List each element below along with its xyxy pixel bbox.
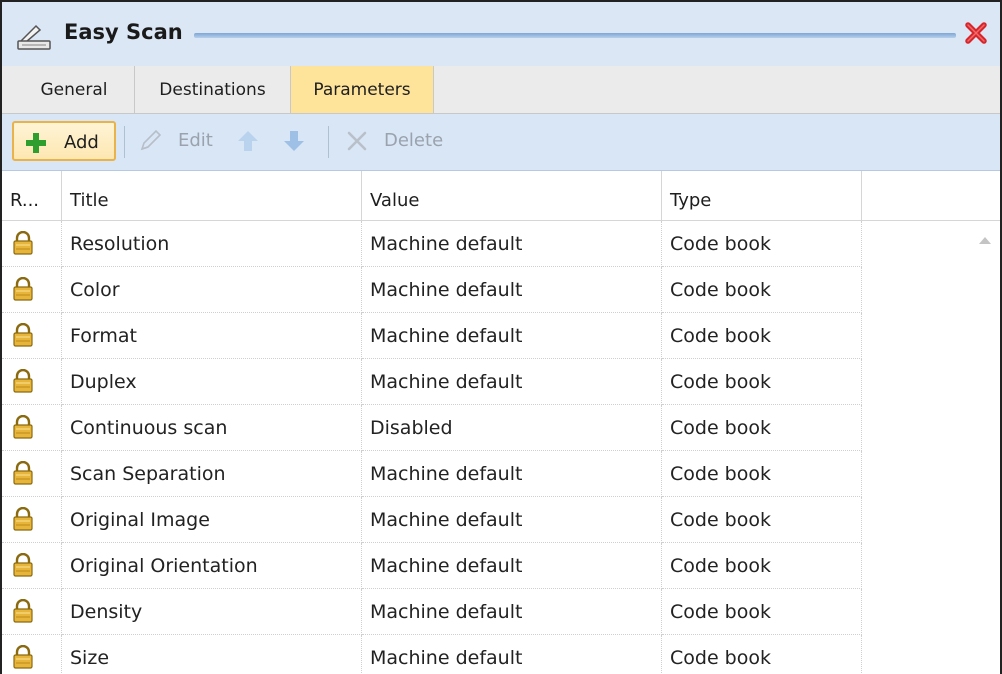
row-type: Code book xyxy=(662,359,862,405)
parameters-grid: R... Title Value Type Resolution Machine … xyxy=(2,171,1000,674)
delete-x-icon xyxy=(347,131,367,151)
row-lock-cell xyxy=(2,543,62,589)
table-row[interactable]: Original Orientation Machine default Code … xyxy=(2,543,862,589)
table-row[interactable]: Color Machine default Code book xyxy=(2,267,862,313)
lock-icon xyxy=(13,323,33,347)
tab-separator xyxy=(433,66,434,113)
row-lock-cell xyxy=(2,313,62,359)
table-row[interactable]: Resolution Machine default Code book xyxy=(2,221,862,267)
toolbar-separator xyxy=(328,126,329,158)
row-title: Resolution xyxy=(62,221,362,267)
row-type: Code book xyxy=(662,405,862,451)
row-type: Code book xyxy=(662,313,862,359)
tab-destinations[interactable]: Destinations xyxy=(135,66,290,113)
row-value: Machine default xyxy=(362,221,662,267)
row-lock-cell xyxy=(2,221,62,267)
table-row[interactable]: Original Image Machine default Code book xyxy=(2,497,862,543)
table-row[interactable]: Density Machine default Code book xyxy=(2,589,862,635)
column-header-r[interactable]: R... xyxy=(2,171,62,220)
tab-parameters[interactable]: Parameters xyxy=(291,66,433,113)
row-value: Machine default xyxy=(362,543,662,589)
row-value: Machine default xyxy=(362,497,662,543)
scanner-icon xyxy=(17,24,51,50)
table-row[interactable]: Duplex Machine default Code book xyxy=(2,359,862,405)
row-title: Format xyxy=(62,313,362,359)
title-divider xyxy=(194,33,956,38)
row-title: Scan Separation xyxy=(62,451,362,497)
row-title: Continuous scan xyxy=(62,405,362,451)
toolbar-separator xyxy=(124,126,125,158)
row-value: Machine default xyxy=(362,313,662,359)
lock-icon xyxy=(13,461,33,485)
lock-icon xyxy=(13,507,33,531)
lock-icon xyxy=(13,599,33,623)
title-bar: Easy Scan xyxy=(2,2,1000,66)
lock-icon xyxy=(13,415,33,439)
arrow-down-icon xyxy=(284,131,304,151)
row-title: Density xyxy=(62,589,362,635)
lock-icon xyxy=(13,277,33,301)
row-type: Code book xyxy=(662,221,862,267)
scroll-up-icon[interactable] xyxy=(978,235,992,245)
toolbar: Add Edit Delete xyxy=(2,114,1000,171)
row-lock-cell xyxy=(2,267,62,313)
add-button-label: Add xyxy=(64,132,99,153)
row-lock-cell xyxy=(2,497,62,543)
row-value: Machine default xyxy=(362,359,662,405)
table-row[interactable]: Continuous scan Disabled Code book xyxy=(2,405,862,451)
row-title: Color xyxy=(62,267,362,313)
delete-button[interactable]: Delete xyxy=(342,121,454,161)
move-down-button[interactable] xyxy=(280,121,310,161)
row-type: Code book xyxy=(662,267,862,313)
lock-icon xyxy=(13,231,33,255)
row-type: Code book xyxy=(662,451,862,497)
row-lock-cell xyxy=(2,359,62,405)
add-button[interactable]: Add xyxy=(12,121,116,161)
grid-header: R... Title Value Type xyxy=(2,171,1000,221)
row-title: Original Orientation xyxy=(62,543,362,589)
row-lock-cell xyxy=(2,405,62,451)
row-lock-cell xyxy=(2,451,62,497)
edit-button-label: Edit xyxy=(178,130,213,151)
row-value: Machine default xyxy=(362,451,662,497)
row-lock-cell xyxy=(2,635,62,674)
tab-general[interactable]: General xyxy=(20,66,128,113)
row-value: Machine default xyxy=(362,267,662,313)
window-title: Easy Scan xyxy=(64,20,183,44)
move-up-button[interactable] xyxy=(234,121,264,161)
row-type: Code book xyxy=(662,543,862,589)
table-row[interactable]: Size Machine default Code book xyxy=(2,635,862,674)
row-value: Disabled xyxy=(362,405,662,451)
row-type: Code book xyxy=(662,635,862,674)
lock-icon xyxy=(13,369,33,393)
column-header-type[interactable]: Type xyxy=(662,171,862,220)
close-icon[interactable] xyxy=(962,19,990,47)
pencil-icon xyxy=(140,129,162,151)
arrow-up-icon xyxy=(238,131,258,151)
plus-icon xyxy=(26,133,46,153)
column-header-value[interactable]: Value xyxy=(362,171,662,220)
row-type: Code book xyxy=(662,589,862,635)
delete-button-label: Delete xyxy=(384,130,444,151)
edit-button[interactable]: Edit xyxy=(134,121,224,161)
column-header-title[interactable]: Title xyxy=(62,171,362,220)
row-title: Size xyxy=(62,635,362,674)
row-type: Code book xyxy=(662,497,862,543)
lock-icon xyxy=(13,645,33,669)
row-lock-cell xyxy=(2,589,62,635)
lock-icon xyxy=(13,553,33,577)
row-title: Duplex xyxy=(62,359,362,405)
table-row[interactable]: Format Machine default Code book xyxy=(2,313,862,359)
row-value: Machine default xyxy=(362,589,662,635)
easy-scan-window: Easy Scan General Destinations Parameter… xyxy=(0,0,1002,674)
row-value: Machine default xyxy=(362,635,662,674)
row-title: Original Image xyxy=(62,497,362,543)
tab-bar: General Destinations Parameters xyxy=(2,66,1000,114)
table-row[interactable]: Scan Separation Machine default Code book xyxy=(2,451,862,497)
